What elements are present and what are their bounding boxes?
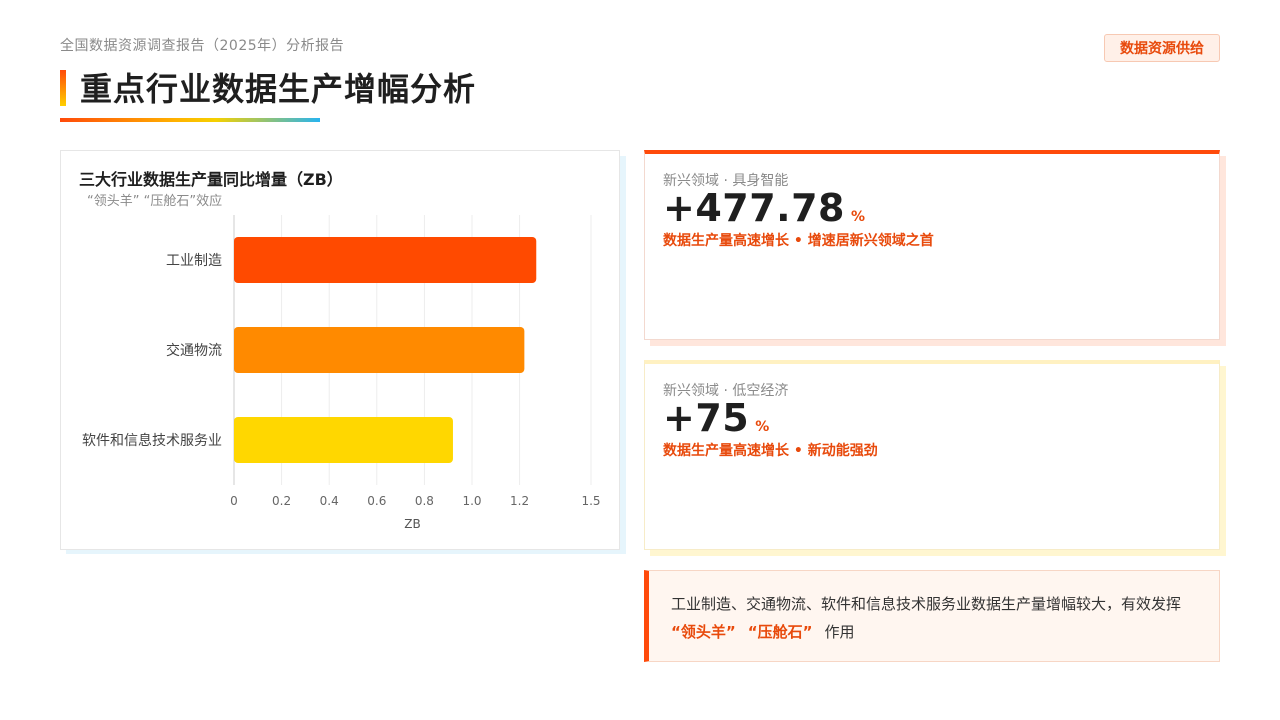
- stat-card-1: 新兴领域 · 具身智能 +477.78 % 数据生产量高速增长 • 增速居新兴领…: [644, 150, 1220, 340]
- summary-highlights: “领头羊” “压舱石” 作用: [671, 621, 854, 642]
- x-tick-label: 1.5: [581, 494, 600, 508]
- stat-1-number: +477.78: [663, 186, 845, 230]
- bar-chart: 0 0.2 0.4 0.6 0.8 1.0 1.2 1.5 工业制造交通物流软件和信息技术服务业…: [82, 215, 601, 531]
- category-label: 工业制造: [166, 253, 222, 269]
- stat-1-desc: 数据生产量高速增长 • 增速居新兴领域之首: [663, 233, 934, 249]
- stat-2-desc: 数据生产量高速增长 • 新动能强劲: [663, 443, 878, 459]
- x-tick-label: 1.0: [462, 494, 481, 508]
- stat-2-unit: %: [755, 419, 770, 435]
- bar: [234, 417, 453, 463]
- stat-1-value: +477.78 %: [663, 186, 865, 230]
- x-axis-title: ZB: [404, 517, 420, 531]
- bar: [234, 327, 525, 373]
- stat-2-value: +75 %: [663, 396, 769, 440]
- x-tick-label: 0.2: [272, 494, 291, 508]
- page-title: 重点行业数据生产增幅分析: [80, 70, 477, 108]
- chart-card: 0 0.2 0.4 0.6 0.8 1.0 1.2 1.5 工业制造交通物流软件和信息技术服务业…: [60, 150, 620, 550]
- category-label: 交通物流: [166, 342, 222, 359]
- x-tick-label: 0.6: [367, 494, 386, 508]
- x-tick-label: 0: [230, 494, 238, 508]
- stat-card-2: 新兴领域 · 低空经济 +75 % 数据生产量高速增长 • 新动能强劲: [644, 360, 1220, 550]
- x-tick-label: 0.4: [320, 494, 339, 508]
- stat-1-unit: %: [850, 209, 866, 225]
- bar: [234, 237, 537, 283]
- report-name: 全国数据资源调查报告（2025年）分析报告: [60, 38, 345, 54]
- summary-note: 工业制造、交通物流、软件和信息技术服务业数据生产量增幅较大，有效发挥 “领头羊”…: [644, 570, 1220, 662]
- summary-text: 工业制造、交通物流、软件和信息技术服务业数据生产量增幅较大，有效发挥: [671, 595, 1182, 613]
- summary-suffix: 作用: [824, 623, 855, 641]
- section-tag: 数据资源供给: [1104, 34, 1220, 62]
- title-underline: [60, 118, 320, 122]
- chart-title: 三大行业数据生产量同比增量（ZB）: [79, 170, 343, 189]
- chart-subtitle: “领头羊” “压舱石”效应: [87, 194, 223, 209]
- x-tick-label: 0.8: [415, 494, 434, 508]
- stat-2-number: +75: [663, 396, 750, 440]
- highlight-ballast: “压舱石”: [747, 623, 813, 641]
- highlight-leader: “领头羊”: [671, 623, 736, 641]
- category-label: 软件和信息技术服务业: [82, 432, 222, 449]
- title-accent-bar: [60, 70, 66, 106]
- x-tick-label: 1.2: [510, 494, 529, 508]
